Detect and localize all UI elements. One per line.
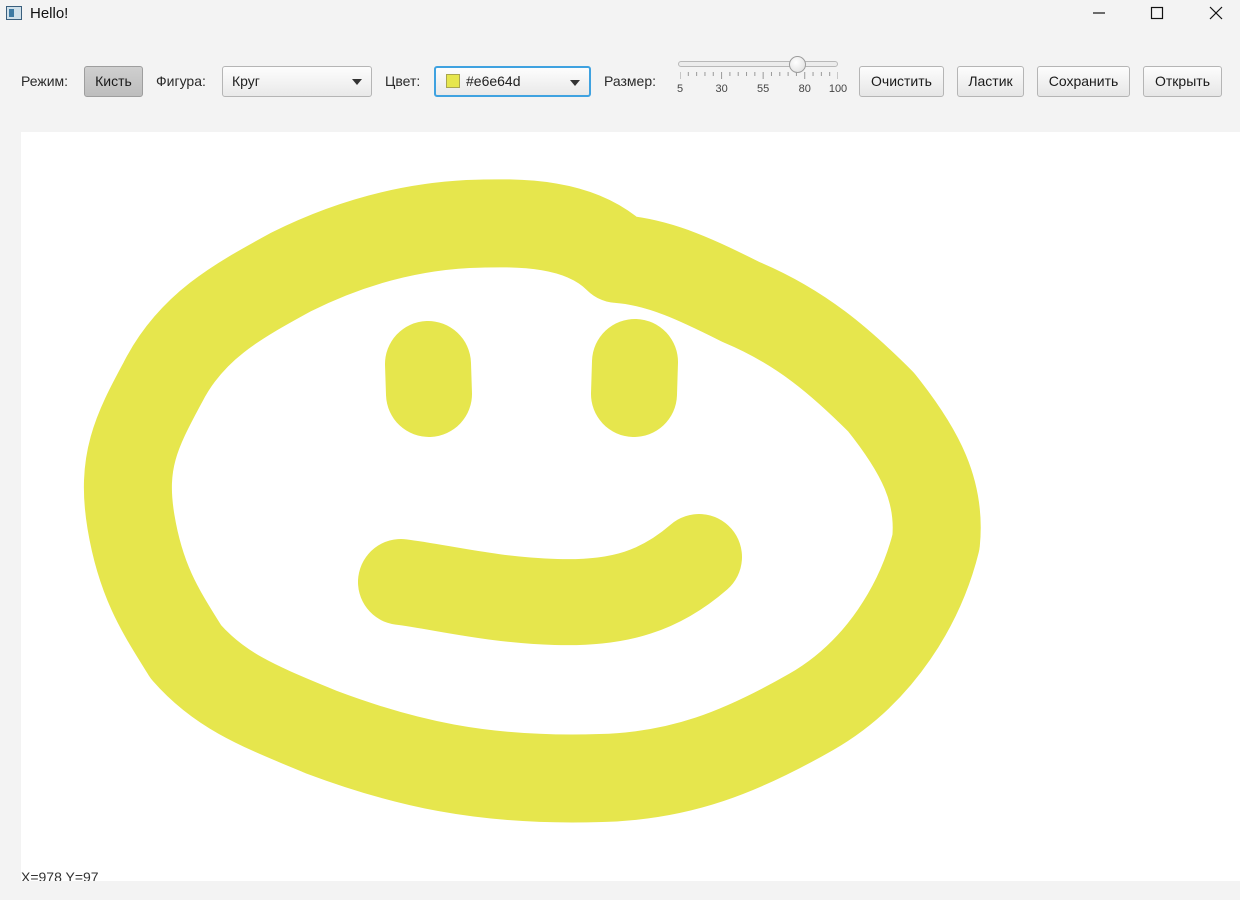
chevron-down-icon bbox=[352, 79, 362, 85]
app-window-icon bbox=[6, 6, 22, 20]
clear-button[interactable]: Очистить bbox=[859, 66, 944, 97]
shape-label: Фигура: bbox=[156, 73, 206, 89]
color-label: Цвет: bbox=[385, 73, 421, 89]
slider-ticks bbox=[680, 72, 838, 79]
slider-thumb[interactable] bbox=[789, 56, 807, 73]
color-swatch bbox=[446, 74, 460, 88]
brush-stroke-face bbox=[83, 179, 981, 823]
brush-stroke-right-eye bbox=[591, 319, 678, 437]
chevron-down-icon bbox=[570, 80, 580, 86]
color-picker-value: #e6e64d bbox=[466, 73, 521, 89]
slider-tick-label: 30 bbox=[715, 83, 728, 95]
slider-tick-label: 55 bbox=[757, 83, 770, 95]
shape-select[interactable]: Круг bbox=[222, 66, 372, 97]
brush-mode-toggle[interactable]: Кисть bbox=[84, 66, 143, 97]
title-bar: Hello! bbox=[0, 0, 1240, 28]
eraser-button[interactable]: Ластик bbox=[957, 66, 1024, 97]
slider-tick-label: 80 bbox=[798, 83, 811, 95]
drawing-canvas[interactable]: X=978 Y=97 bbox=[21, 132, 1240, 881]
toolbar: Режим: Кисть Фигура: Круг Цвет: #e6e64d … bbox=[0, 28, 1240, 132]
close-icon bbox=[1209, 6, 1223, 20]
size-label: Размер: bbox=[604, 73, 657, 89]
size-slider[interactable]: 5 30 55 80 100 bbox=[676, 56, 848, 106]
slider-tick-label: 5 bbox=[676, 83, 684, 95]
open-button[interactable]: Открыть bbox=[1143, 66, 1222, 97]
window-title: Hello! bbox=[30, 5, 69, 22]
canvas-drawing bbox=[83, 179, 981, 823]
slider-track[interactable] bbox=[678, 61, 838, 67]
close-button[interactable] bbox=[1193, 0, 1239, 28]
brush-stroke-mouth bbox=[358, 514, 742, 646]
minimize-button[interactable] bbox=[1076, 0, 1122, 28]
color-picker[interactable]: #e6e64d bbox=[434, 66, 591, 97]
minimize-icon bbox=[1093, 12, 1105, 14]
shape-select-value: Круг bbox=[232, 73, 260, 89]
save-button[interactable]: Сохранить bbox=[1037, 66, 1130, 97]
cursor-coordinates: X=978 Y=97 bbox=[21, 869, 99, 881]
maximize-button[interactable] bbox=[1134, 0, 1180, 28]
brush-stroke-left-eye bbox=[385, 321, 472, 437]
slider-tick-label: 100 bbox=[828, 83, 848, 95]
maximize-icon bbox=[1150, 6, 1164, 20]
mode-label: Режим: bbox=[21, 73, 69, 89]
